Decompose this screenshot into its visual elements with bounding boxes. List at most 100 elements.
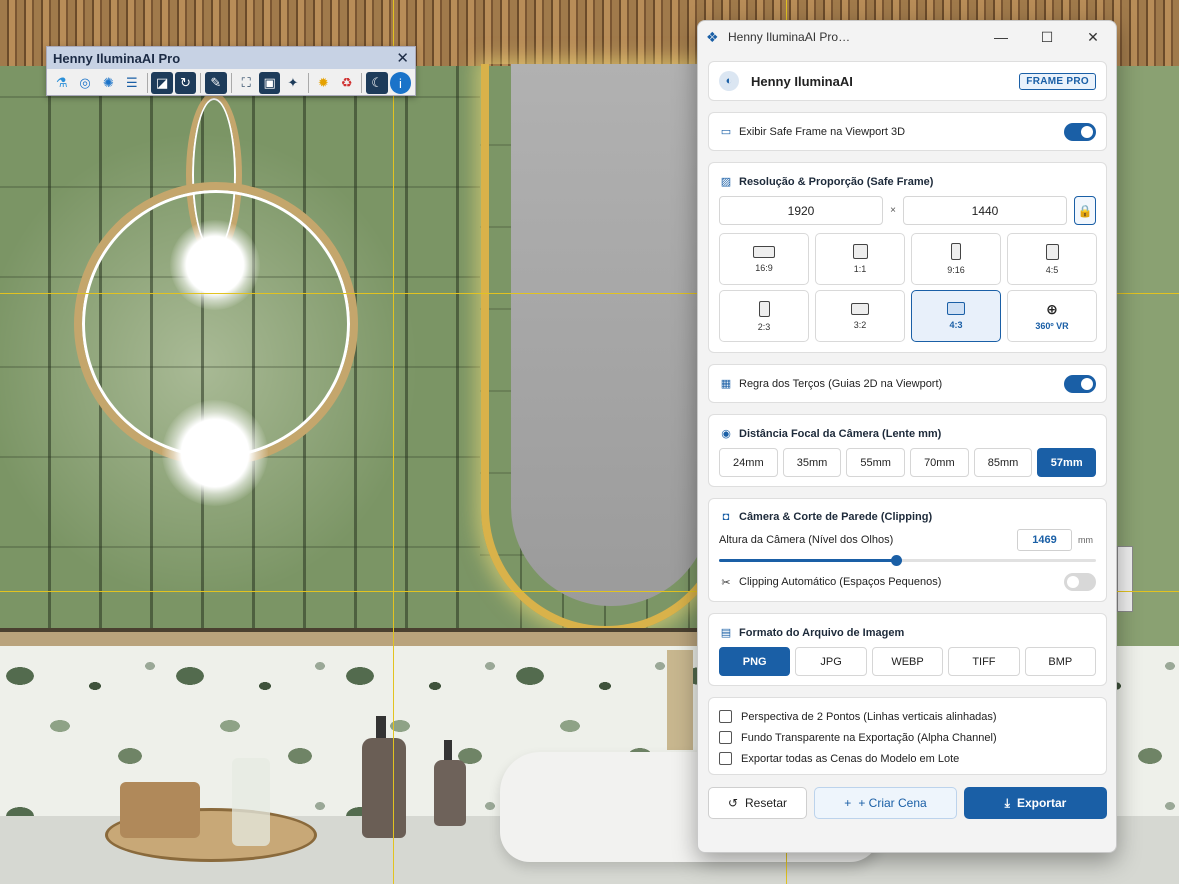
focal-24mm-button[interactable]: 24mm [719, 448, 778, 477]
create-scene-label: + Criar Cena [858, 796, 927, 810]
ratio-3-2-button[interactable]: 3:2 [815, 290, 905, 342]
flower-vase [232, 758, 270, 846]
bulb-icon[interactable]: ✹ [313, 72, 334, 94]
scissors-icon: ✂ [721, 576, 731, 589]
moon-icon[interactable]: ☾ [366, 72, 388, 94]
export-label: Exportar [1016, 796, 1067, 810]
thirds-guide-vertical [393, 0, 394, 884]
safe-frame-card: ▭ Exibir Safe Frame na Viewport 3D [708, 112, 1107, 151]
focal-title: Distância Focal da Câmera (Lente mm) [739, 427, 942, 440]
ratio-label: 16:9 [755, 262, 773, 273]
format-bmp-button[interactable]: BMP [1024, 647, 1097, 676]
checkbox[interactable] [719, 710, 732, 723]
toolbar-divider [200, 73, 202, 93]
toolbar-divider [361, 73, 363, 93]
resolution-card: ▨ Resolução & Proporção (Safe Frame) 192… [708, 162, 1107, 353]
thirds-toggle[interactable] [1064, 374, 1096, 393]
format-options: PNG JPG WEBP TIFF BMP [709, 639, 1106, 676]
soap-bottle [362, 738, 406, 838]
sliders-icon[interactable]: ☰ [121, 72, 142, 94]
toolbar-titlebar[interactable]: Henny IluminaAI Pro ✕ [47, 47, 415, 69]
format-webp-button[interactable]: WEBP [871, 647, 944, 676]
camera-icon: ◘ [722, 511, 730, 523]
format-card: ▤ Formato do Arquivo de Imagem PNG JPG W… [708, 613, 1107, 686]
render-icon[interactable]: ◪ [151, 72, 173, 94]
ratio-1-1-button[interactable]: 1:1 [815, 233, 905, 285]
resolution-title: Resolução & Proporção (Safe Frame) [739, 175, 934, 188]
dimension-separator: × [890, 205, 896, 216]
frame-icon[interactable]: ⛶ [236, 72, 257, 94]
eye-icon[interactable]: ◎ [74, 72, 95, 94]
clipping-toggle[interactable] [1064, 573, 1096, 591]
focal-55mm-button[interactable]: 55mm [846, 448, 906, 477]
aspect-ratio-grid: 16:9 1:1 9:16 4:5 2:3 3:2 4:3 ⊕ 360º VR [709, 225, 1106, 342]
window-titlebar[interactable]: ❖ Henny IluminaAI Pro — Enquadramento & … [698, 21, 1116, 53]
format-jpg-button[interactable]: JPG [795, 647, 867, 676]
rotate-icon[interactable]: ↻ [174, 72, 197, 94]
focal-57mm-button[interactable]: 57mm [1037, 448, 1097, 477]
focal-card: ◉ Distância Focal da Câmera (Lente mm) 2… [708, 414, 1107, 487]
option-label: Fundo Transparente na Exportação (Alpha … [741, 731, 997, 744]
ratio-label: 2:3 [757, 321, 771, 332]
file-icon: ▤ [720, 627, 732, 639]
safe-frame-toggle[interactable] [1064, 122, 1096, 141]
format-tiff-button[interactable]: TIFF [948, 647, 1020, 676]
plugin-name: Henny IluminaAI [751, 73, 853, 89]
transparent-background-option[interactable]: Fundo Transparente na Exportação (Alpha … [709, 727, 1106, 748]
checkbox[interactable] [719, 731, 732, 744]
maximize-icon[interactable]: ☐ [1024, 21, 1070, 53]
two-point-perspective-option[interactable]: Perspectiva de 2 Pontos (Linhas verticai… [709, 706, 1106, 727]
toolbar-divider [230, 73, 232, 93]
info-icon[interactable]: i [389, 72, 412, 94]
image-icon: ▨ [720, 176, 732, 188]
lock-aspect-icon[interactable]: 🔒 [1074, 196, 1096, 225]
create-scene-button[interactable]: + + Criar Cena [814, 787, 957, 819]
ratio-4-3-button[interactable]: 4:3 [911, 290, 1001, 342]
close-icon[interactable]: ✕ [396, 49, 409, 67]
ratio-16-9-button[interactable]: 16:9 [719, 233, 809, 285]
height-input[interactable]: 1440 [903, 196, 1067, 225]
focal-70mm-button[interactable]: 70mm [910, 448, 969, 477]
focal-options: 24mm 35mm 55mm 70mm 85mm 57mm [709, 440, 1106, 477]
window-title: Henny IluminaAI Pro — Enquadramento & Câ… [728, 30, 853, 44]
ratio-4-5-button[interactable]: 4:5 [1007, 233, 1097, 285]
export-button[interactable]: ⤓ Exportar [964, 787, 1107, 819]
portrait-icon [951, 243, 961, 260]
safe-frame-label: Exibir Safe Frame na Viewport 3D [739, 125, 906, 138]
light-bulb-glow [170, 220, 260, 310]
close-icon[interactable]: ✕ [1070, 21, 1116, 53]
reset-icon: ↺ [727, 796, 739, 810]
camera-height-input[interactable]: 1469 [1017, 529, 1072, 551]
batch-export-option[interactable]: Exportar todas as Cenas do Modelo em Lot… [709, 748, 1106, 769]
camera-card: ◘ Câmera & Corte de Parede (Clipping) Al… [708, 498, 1107, 602]
wooden-panel [667, 650, 693, 750]
checkbox[interactable] [719, 752, 732, 765]
ratio-2-3-button[interactable]: 2:3 [719, 290, 809, 342]
monitor-icon: ▭ [720, 126, 732, 138]
reset-button[interactable]: ↺ Resetar [708, 787, 807, 819]
ratio-9-16-button[interactable]: 9:16 [911, 233, 1001, 285]
width-input[interactable]: 1920 [719, 196, 883, 225]
scene-icon[interactable]: ▣ [258, 72, 281, 94]
soap-pump [376, 716, 386, 740]
mirror-led-frame [481, 64, 731, 634]
edit-icon[interactable]: ✎ [205, 72, 227, 94]
camera-height-label: Altura da Câmera (Nível dos Olhos) [719, 534, 894, 546]
flask-icon[interactable]: ⚗ [51, 72, 72, 94]
format-png-button[interactable]: PNG [719, 647, 791, 676]
light-bulb-glow [162, 400, 268, 506]
sun-icon[interactable]: ✺ [98, 72, 119, 94]
wall-switch [1117, 546, 1133, 612]
ratio-360-vr-button[interactable]: ⊕ 360º VR [1007, 290, 1097, 342]
landscape-icon [753, 245, 775, 258]
ratio-label: 360º VR [1035, 321, 1069, 331]
reset-label: Resetar [745, 796, 788, 810]
slider-thumb[interactable] [891, 555, 903, 566]
globe-icon: ⊕ [1046, 301, 1058, 317]
minimize-icon[interactable]: — [978, 21, 1024, 53]
focal-35mm-button[interactable]: 35mm [782, 448, 842, 477]
sparkle-icon[interactable]: ✦ [282, 72, 303, 94]
focal-85mm-button[interactable]: 85mm [973, 448, 1033, 477]
trash-icon[interactable]: ♻ [336, 72, 357, 94]
camera-height-slider[interactable] [719, 555, 1096, 566]
